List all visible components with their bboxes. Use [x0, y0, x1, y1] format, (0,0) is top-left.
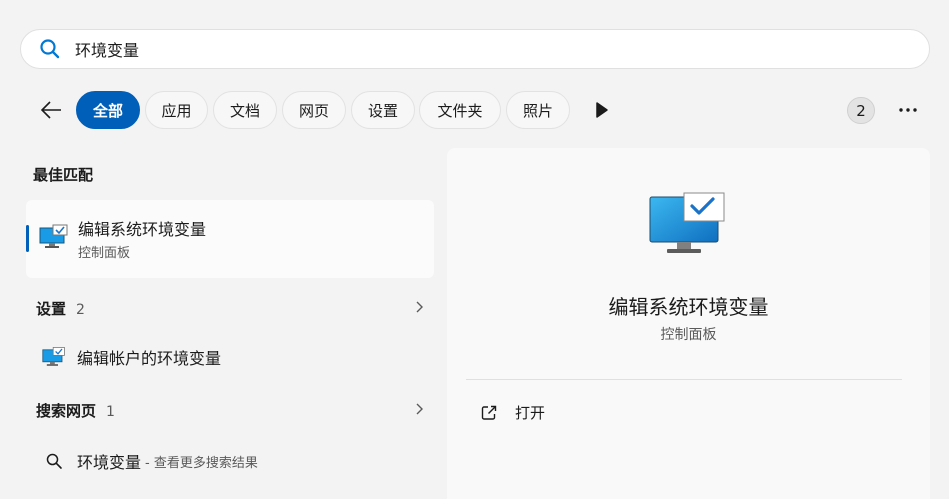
web-result-hint: - 查看更多搜索结果	[145, 455, 258, 471]
result-count-badge[interactable]: 2	[847, 97, 875, 124]
system-properties-icon	[39, 224, 69, 254]
detail-subtitle: 控制面板	[660, 327, 717, 343]
web-section-count: 1	[106, 404, 115, 420]
settings-section-heading[interactable]: 设置 2	[36, 298, 85, 319]
search-icon	[45, 452, 63, 470]
system-properties-icon	[647, 191, 727, 265]
more-filters-button[interactable]	[594, 101, 610, 119]
search-box[interactable]	[20, 29, 930, 69]
settings-section-count: 2	[76, 302, 85, 318]
open-action[interactable]: 打开	[480, 402, 545, 423]
best-match-item[interactable]: 编辑系统环境变量 控制面板	[26, 200, 434, 278]
best-match-subtitle: 控制面板	[78, 246, 131, 261]
settings-section-label: 设置	[36, 300, 67, 318]
more-options-button[interactable]	[895, 100, 921, 120]
filter-chip-all[interactable]: 全部	[76, 91, 140, 129]
filter-chip-settings[interactable]: 设置	[351, 91, 415, 129]
web-section-heading[interactable]: 搜索网页 1	[36, 400, 115, 421]
settings-result-item[interactable]: 编辑帐户的环境变量	[42, 345, 221, 369]
settings-result-label: 编辑帐户的环境变量	[77, 349, 222, 368]
divider	[466, 379, 902, 380]
filter-chip-web[interactable]: 网页	[282, 91, 346, 129]
best-match-heading: 最佳匹配	[33, 166, 94, 184]
filter-chip-apps[interactable]: 应用	[145, 91, 208, 129]
selection-indicator	[26, 225, 29, 252]
filter-bar: 全部 应用 文档 网页 设置 文件夹 照片 2	[28, 90, 928, 130]
filter-chip-documents[interactable]: 文档	[213, 91, 277, 129]
system-properties-icon	[42, 346, 66, 368]
web-section-label: 搜索网页	[36, 402, 97, 420]
open-external-icon	[481, 405, 497, 420]
filter-chip-folders[interactable]: 文件夹	[419, 91, 501, 129]
web-result-label: 环境变量	[77, 453, 142, 472]
filter-chip-photos[interactable]: 照片	[506, 91, 570, 129]
open-action-label: 打开	[515, 404, 546, 422]
ellipsis-icon	[899, 108, 917, 112]
web-result-item[interactable]: 环境变量 - 查看更多搜索结果	[45, 449, 258, 473]
detail-pane: 编辑系统环境变量 控制面板 打开	[447, 148, 930, 499]
search-icon	[39, 38, 61, 60]
play-icon	[596, 102, 608, 118]
chevron-right-icon[interactable]	[413, 300, 425, 314]
detail-title: 编辑系统环境变量	[608, 295, 769, 319]
best-match-title: 编辑系统环境变量	[78, 220, 207, 239]
search-input[interactable]	[75, 39, 875, 59]
arrow-left-icon	[40, 101, 61, 119]
chevron-right-icon[interactable]	[413, 402, 425, 416]
back-button[interactable]	[36, 96, 66, 124]
